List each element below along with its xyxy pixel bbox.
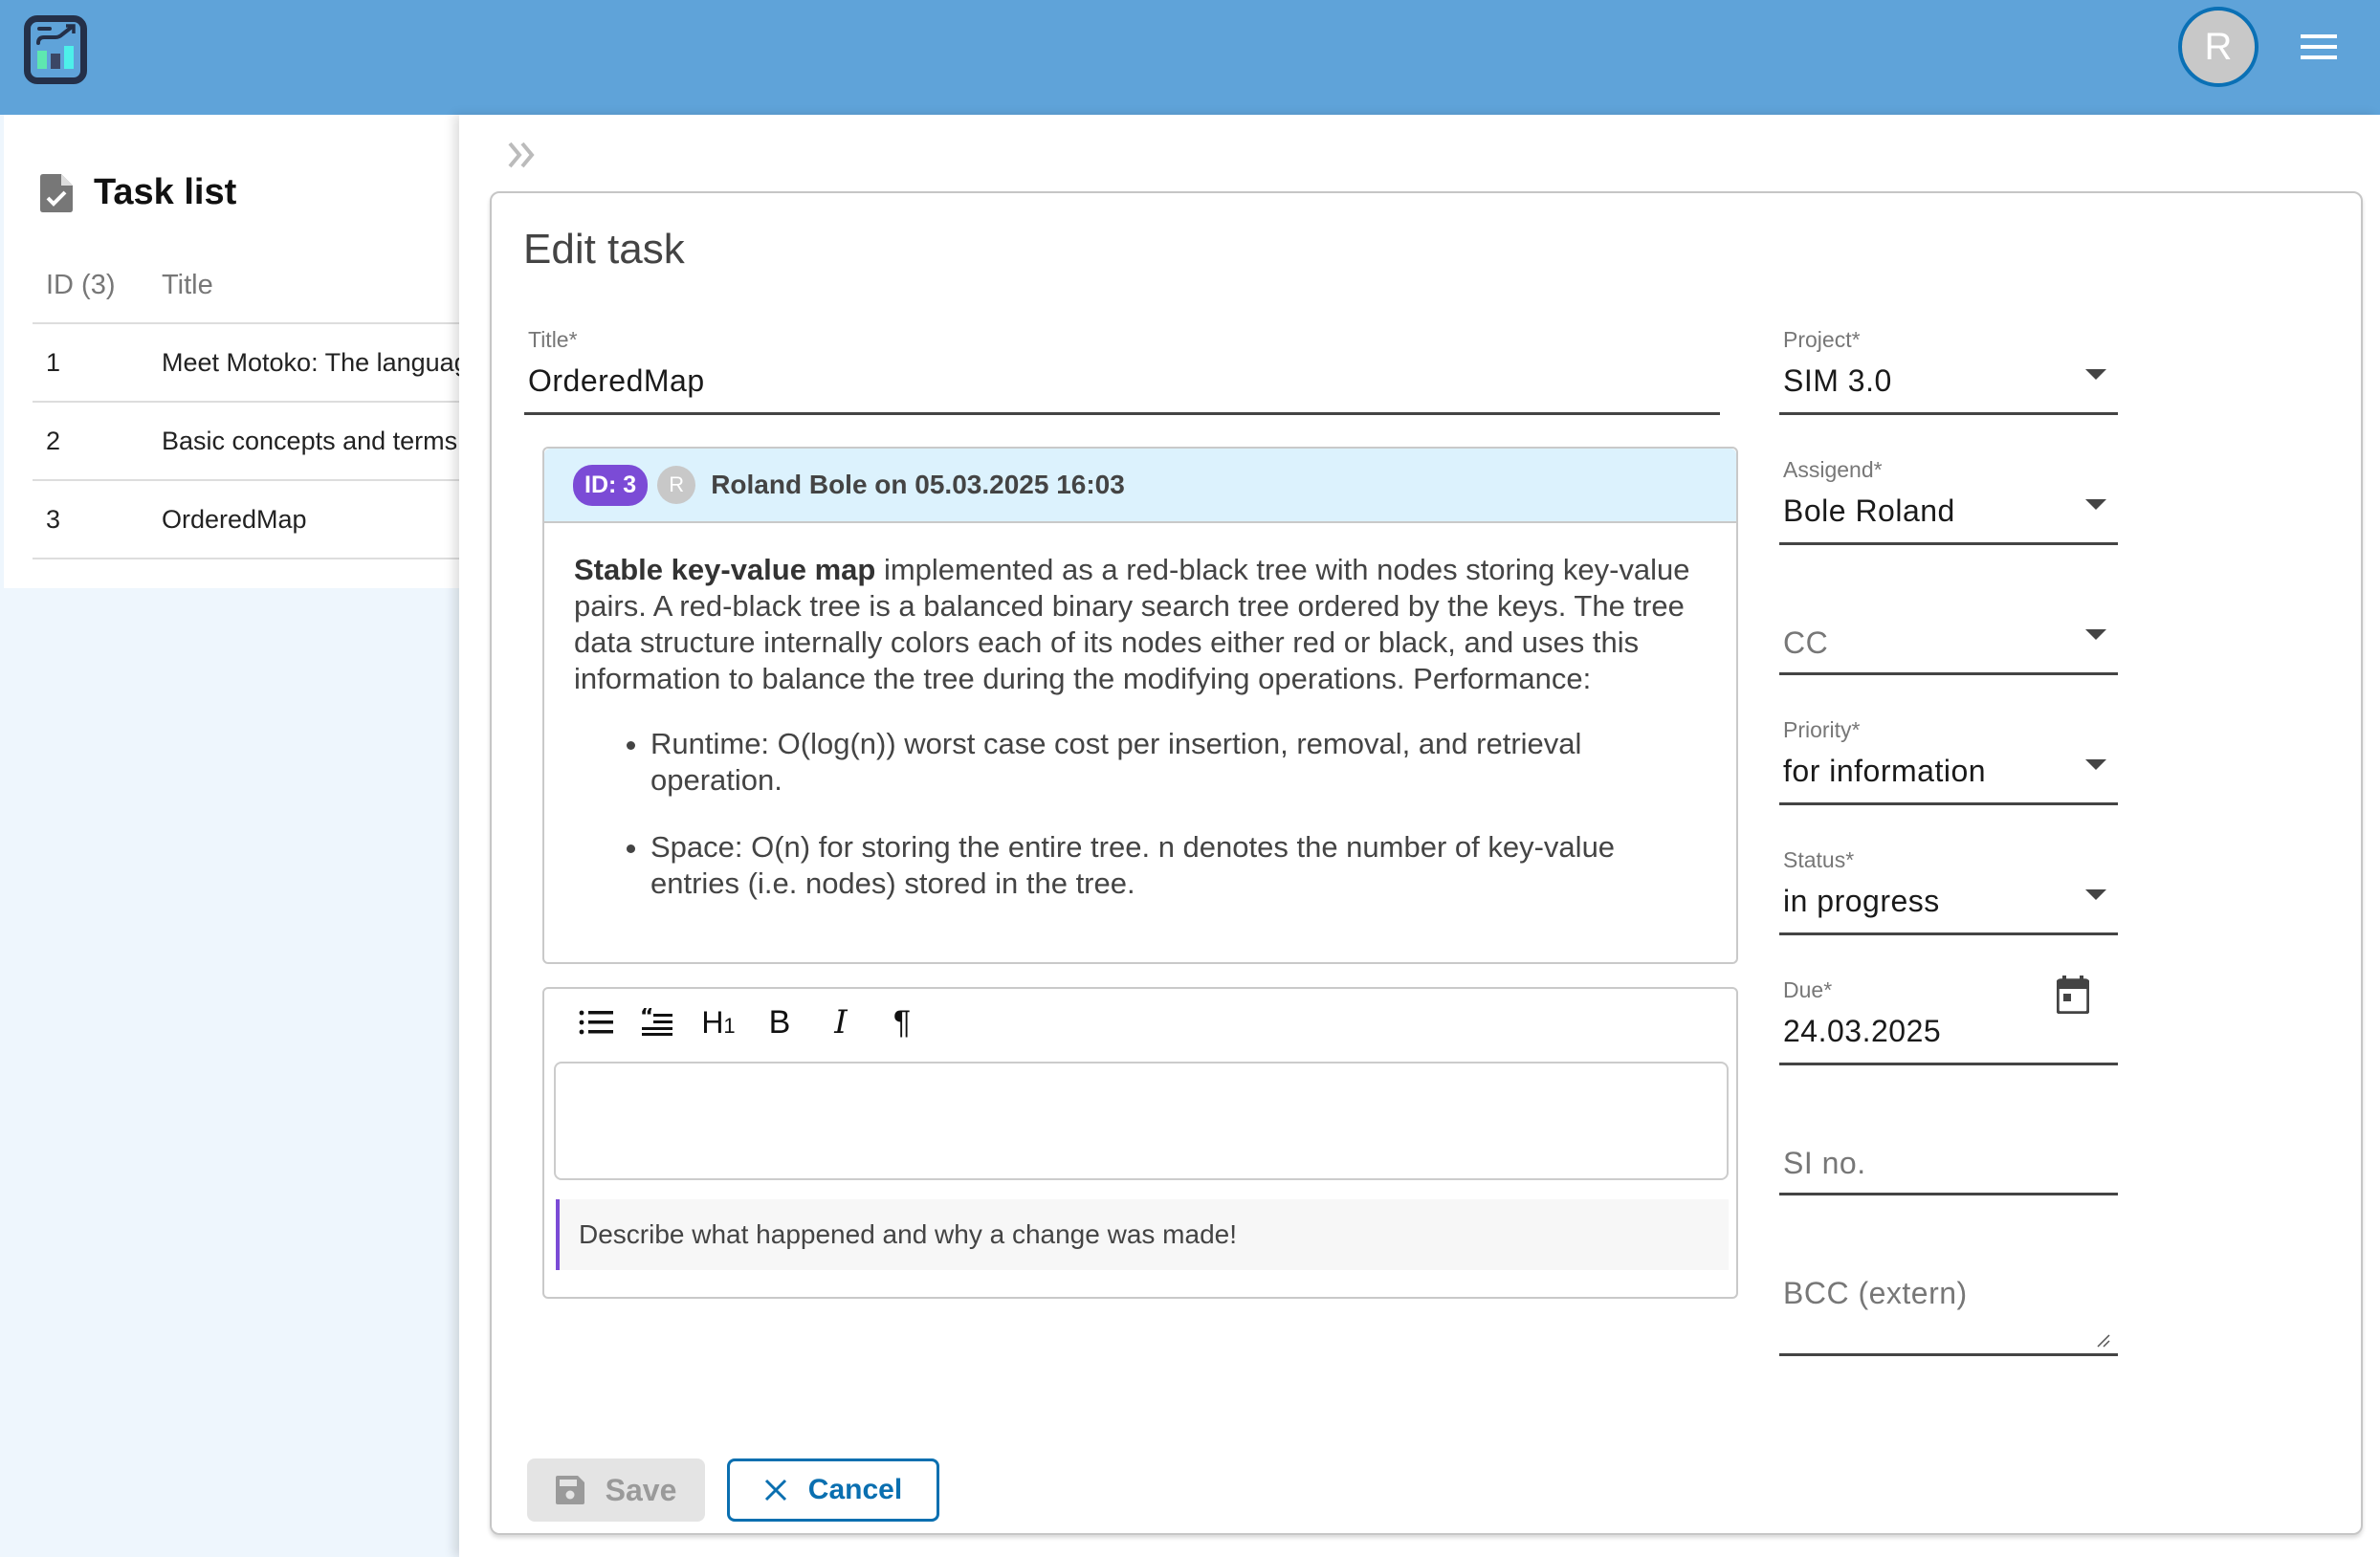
status-value: in progress <box>1783 884 1940 918</box>
page-title: Edit task <box>523 226 685 273</box>
bullet-list-icon[interactable] <box>565 998 627 1046</box>
project-value: SIM 3.0 <box>1783 363 1892 398</box>
chevron-down-icon[interactable] <box>2085 889 2106 900</box>
table-row[interactable]: 3 OrderedMap <box>33 481 463 559</box>
priority-value: for information <box>1783 754 1987 788</box>
comment-id-badge: ID: 3 <box>573 464 649 506</box>
assigned-value: Bole Roland <box>1783 493 1955 528</box>
change-note-editor: “ H1 B I ¶ Describe what happened and wh… <box>542 987 1738 1299</box>
blockquote-icon[interactable]: “ <box>627 998 688 1046</box>
chevron-down-icon[interactable] <box>2085 499 2106 510</box>
cancel-button[interactable]: Cancel <box>727 1458 939 1522</box>
column-header-id[interactable]: ID (3) <box>33 270 162 301</box>
top-app-bar: R <box>0 0 2380 115</box>
priority-select[interactable]: Priority* for information <box>1779 717 2118 805</box>
edit-task-drawer: Edit task Title* OrderedMap ID: 3 R Rola… <box>459 115 2380 1557</box>
task-list-panel: Task list ID (3) Title 1 Meet Motoko: Th… <box>4 115 463 588</box>
change-note-input[interactable] <box>554 1062 1729 1180</box>
comment-header: ID: 3 R Roland Bole on 05.03.2025 16:03 <box>544 449 1736 523</box>
chevron-down-icon[interactable] <box>2085 369 2106 380</box>
paragraph-icon[interactable]: ¶ <box>871 998 933 1046</box>
task-title: OrderedMap <box>162 504 307 534</box>
comment-card: ID: 3 R Roland Bole on 05.03.2025 16:03 … <box>542 447 1738 964</box>
assigned-select[interactable]: Assigend* Bole Roland <box>1779 457 2118 545</box>
task-document-check-icon <box>40 173 73 212</box>
task-title: Meet Motoko: The language <box>162 347 463 377</box>
due-label: Due* <box>1783 977 1833 1002</box>
comment-paragraph: Stable key-value map implemented as a re… <box>574 552 1708 697</box>
comment-list: Runtime: O(log(n)) worst case cost per i… <box>574 726 1708 902</box>
comment-bold-text: Stable key-value map <box>574 553 876 586</box>
editor-toolbar: “ H1 B I ¶ <box>565 998 933 1046</box>
close-icon <box>764 1479 786 1502</box>
table-header-row: ID (3) Title <box>33 249 463 324</box>
task-id: 1 <box>46 347 61 377</box>
user-avatar[interactable]: R <box>2178 7 2259 87</box>
hamburger-menu-icon[interactable] <box>2301 34 2337 61</box>
task-list-title: Task list <box>94 172 237 212</box>
project-select[interactable]: Project* SIM 3.0 <box>1779 327 2118 415</box>
resize-handle-icon[interactable] <box>2095 1332 2110 1348</box>
status-label: Status* <box>1783 847 1855 872</box>
cc-placeholder: CC <box>1783 625 1829 660</box>
cc-select[interactable]: CC <box>1779 587 2118 675</box>
si-number-placeholder: SI no. <box>1783 1146 1866 1180</box>
status-select[interactable]: Status* in progress <box>1779 847 2118 935</box>
comment-author-avatar: R <box>657 466 696 504</box>
chart-logo-icon[interactable] <box>24 15 87 84</box>
title-value: OrderedMap <box>528 363 705 398</box>
chevron-down-icon[interactable] <box>2085 759 2106 770</box>
table-row[interactable]: 2 Basic concepts and terms <box>33 403 463 481</box>
bcc-extern-field[interactable]: BCC (extern) <box>1779 1238 2118 1356</box>
edit-task-card: Edit task Title* OrderedMap ID: 3 R Rola… <box>490 191 2363 1535</box>
list-item: Space: O(n) for storing the entire tree.… <box>650 829 1708 902</box>
priority-label: Priority* <box>1783 717 1861 742</box>
task-id: 2 <box>46 426 61 455</box>
chevron-down-icon[interactable] <box>2085 629 2106 640</box>
save-label: Save <box>605 1472 677 1507</box>
calendar-icon[interactable] <box>2057 976 2089 1014</box>
comment-body: Stable key-value map implemented as a re… <box>544 523 1736 902</box>
change-note-hint: Describe what happened and why a change … <box>556 1199 1729 1270</box>
assigned-label: Assigend* <box>1783 457 1883 482</box>
task-title: Basic concepts and terms <box>162 426 458 455</box>
heading-h1-icon[interactable]: H1 <box>688 998 749 1046</box>
list-item: Runtime: O(log(n)) worst case cost per i… <box>650 726 1708 799</box>
save-button[interactable]: Save <box>527 1458 705 1522</box>
task-list-heading: Task list <box>40 172 236 213</box>
title-field[interactable]: Title* OrderedMap <box>524 327 1720 415</box>
double-chevron-right-icon[interactable] <box>507 136 538 179</box>
task-id: 3 <box>46 504 61 534</box>
bcc-placeholder: BCC (extern) <box>1783 1276 1968 1310</box>
cancel-label: Cancel <box>807 1474 903 1505</box>
due-date-field[interactable]: Due* 24.03.2025 <box>1779 976 2118 1065</box>
title-label: Title* <box>528 327 578 352</box>
task-table: ID (3) Title 1 Meet Motoko: The language… <box>33 249 463 559</box>
bold-icon[interactable]: B <box>749 998 810 1046</box>
project-label: Project* <box>1783 327 1861 352</box>
save-disk-icon <box>555 1476 584 1504</box>
due-value: 24.03.2025 <box>1783 1014 1942 1048</box>
table-row[interactable]: 1 Meet Motoko: The language <box>33 324 463 403</box>
italic-icon[interactable]: I <box>810 998 871 1046</box>
si-number-field[interactable]: SI no. <box>1779 1107 2118 1195</box>
column-header-title[interactable]: Title <box>162 270 463 301</box>
comment-meta: Roland Bole on 05.03.2025 16:03 <box>711 470 1125 499</box>
svg-text:“: “ <box>640 1008 653 1029</box>
